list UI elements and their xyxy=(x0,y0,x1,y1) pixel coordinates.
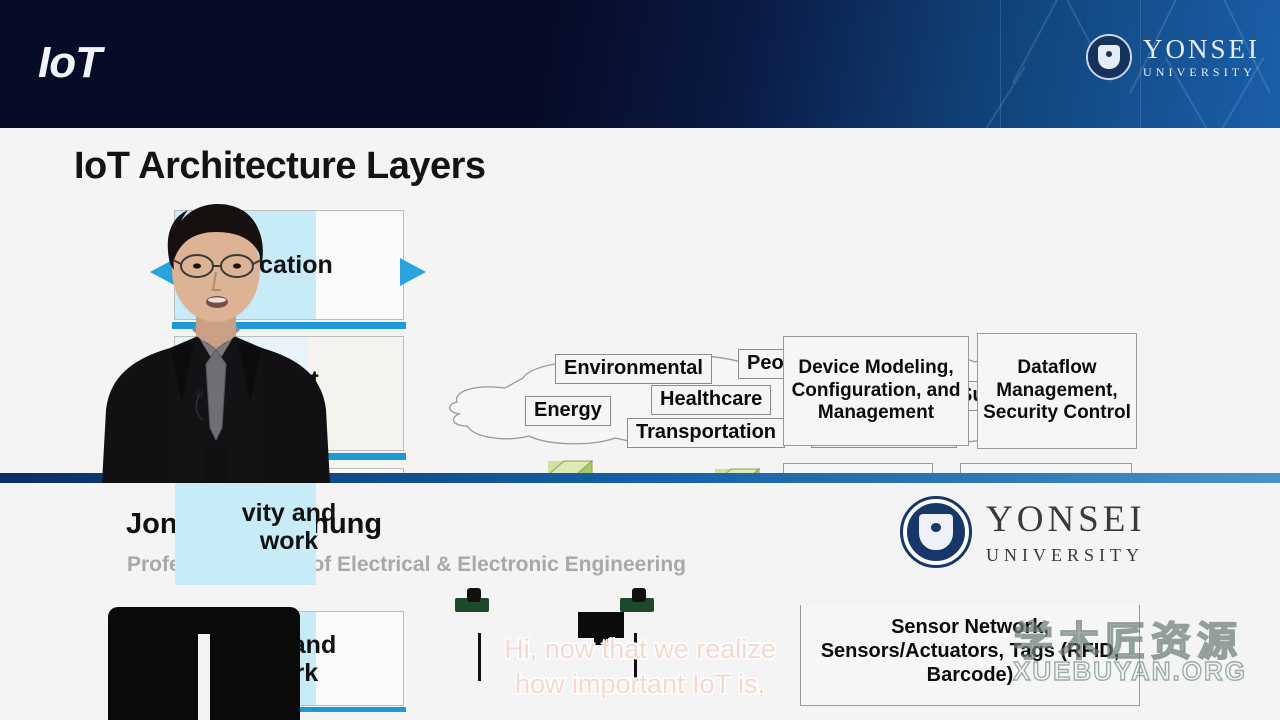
sensor-board-prop xyxy=(620,588,654,612)
header-deco-line xyxy=(1000,0,1001,128)
yonsei-seal-icon xyxy=(900,496,972,568)
header-logo-line1: YONSEI xyxy=(1143,34,1260,64)
device-modeling-box: Device Modeling, Configuration, and Mana… xyxy=(783,336,969,446)
header-yonsei-logo: YONSEI UNIVERSITY xyxy=(1086,34,1260,80)
cloud-label-energy: Energy xyxy=(525,396,611,426)
strip-logo-wordmark: YONSEI UNIVERSITY xyxy=(986,498,1146,566)
strip-logo-line1: YONSEI xyxy=(986,499,1146,540)
header-logo-wordmark: YONSEI UNIVERSITY xyxy=(1143,34,1260,79)
site-watermark: 学木匠资源 XUEBUYAN.ORG xyxy=(1012,621,1247,687)
layer-arrow-right-icon xyxy=(400,258,426,286)
presenter-figure xyxy=(102,204,330,483)
dataflow-management-box: Dataflow Management, Security Control xyxy=(977,333,1137,449)
slide-title: IoT Architecture Layers xyxy=(74,145,486,187)
yonsei-seal-icon xyxy=(1086,34,1132,80)
cloud-label-environmental: Environmental xyxy=(555,354,712,384)
slide-header: IoT YONSEI UNIVERSITY xyxy=(0,0,1280,128)
architecture-layer-connectivity-label: vity and work xyxy=(241,499,337,555)
sensor-board-prop xyxy=(455,588,489,612)
watermark-en: XUEBUYAN.ORG xyxy=(1012,655,1247,686)
video-player-frame: IoT YONSEI UNIVERSITY IoT Architecture L… xyxy=(0,0,1280,720)
strip-yonsei-logo: YONSEI UNIVERSITY xyxy=(900,496,1146,568)
cloud-label-healthcare: Healthcare xyxy=(651,385,772,415)
cloud-label-transportation: Transportation xyxy=(627,418,786,448)
presenter-video-overlay xyxy=(66,198,376,483)
header-logo-line2: UNIVERSITY xyxy=(1143,65,1256,79)
dataflow-management-box-label: Dataflow Management, Security Control xyxy=(983,356,1131,424)
device-modeling-box-label: Device Modeling, Configuration, and Mana… xyxy=(791,356,961,424)
strip-logo-line2: UNIVERSITY xyxy=(986,545,1144,565)
course-title: IoT xyxy=(38,38,102,87)
